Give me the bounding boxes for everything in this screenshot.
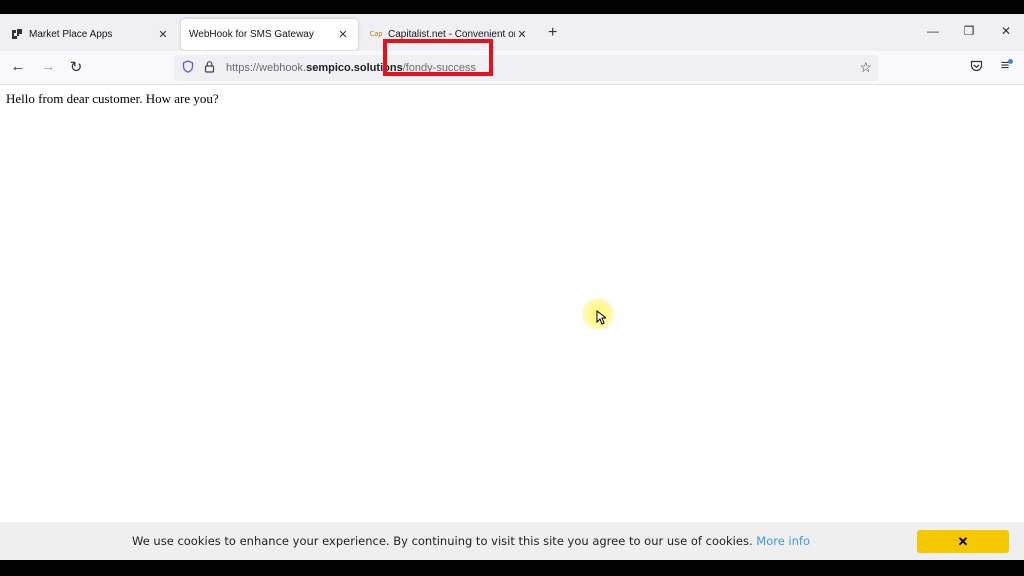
page-content: Hello from dear customer. How are you? <box>6 91 219 106</box>
cookie-banner: We use cookies to enhance your experienc… <box>0 522 1024 560</box>
forward-button[interactable]: → <box>38 58 58 75</box>
restore-button[interactable]: ❐ <box>959 24 979 38</box>
marketplace-icon <box>10 28 24 42</box>
menu-icon[interactable]: ≡ <box>995 57 1015 74</box>
tracking-protection-icon[interactable] <box>182 60 196 76</box>
navigation-bar: ← → ↻ https://webhook.sempico.solutions/… <box>0 51 1024 85</box>
close-tab-icon[interactable]: ✕ <box>156 28 170 41</box>
more-info-link[interactable]: More info <box>756 534 810 548</box>
mouse-cursor-icon <box>596 310 606 325</box>
minimize-button[interactable]: — <box>923 24 943 38</box>
notification-dot <box>1008 59 1013 64</box>
tab-bar: Market Place Apps ✕ WebHook for SMS Gate… <box>0 14 1024 51</box>
lock-icon[interactable] <box>204 60 218 76</box>
cookie-message: We use cookies to enhance your experienc… <box>132 534 753 548</box>
reload-button[interactable]: ↻ <box>66 58 86 76</box>
tab-webhook-sms-gateway[interactable]: WebHook for SMS Gateway ✕ <box>181 19 358 50</box>
close-tab-icon[interactable]: ✕ <box>515 28 529 41</box>
new-tab-button[interactable]: + <box>548 24 557 42</box>
pocket-icon[interactable] <box>966 59 986 76</box>
close-tab-icon[interactable]: ✕ <box>336 28 350 41</box>
url-highlight-annotation <box>383 39 493 76</box>
tab-market-place-apps[interactable]: Market Place Apps ✕ <box>2 19 178 50</box>
back-button[interactable]: ← <box>8 58 28 75</box>
bookmark-star-icon[interactable]: ☆ <box>859 59 872 76</box>
browser-window: Market Place Apps ✕ WebHook for SMS Gate… <box>0 14 1024 560</box>
cookie-close-button[interactable]: ✕ <box>917 530 1009 553</box>
capitalist-favicon: Cap <box>369 31 383 38</box>
url-bar[interactable]: https://webhook.sempico.solutions/fondy-… <box>174 55 878 81</box>
close-window-button[interactable]: ✕ <box>996 24 1016 38</box>
